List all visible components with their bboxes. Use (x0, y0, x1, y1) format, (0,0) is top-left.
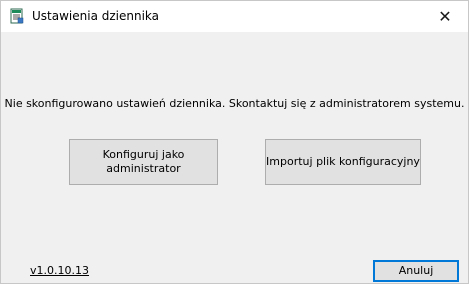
close-button[interactable]: ✕ (422, 1, 468, 32)
journal-settings-icon (9, 8, 25, 24)
configure-as-admin-button[interactable]: Konfiguruj jako administrator (69, 139, 218, 185)
import-config-file-button[interactable]: Importuj plik konfiguracyjny (265, 139, 421, 185)
not-configured-message: Nie skonfigurowano ustawień dziennika. S… (4, 97, 465, 110)
cancel-button[interactable]: Anuluj (373, 260, 459, 282)
version-link[interactable]: v1.0.10.13 (30, 264, 89, 277)
close-icon: ✕ (438, 7, 452, 26)
settings-dialog: Ustawienia dziennika ✕ Nie skonfigurowan… (0, 0, 469, 284)
title-bar[interactable]: Ustawienia dziennika ✕ (1, 1, 468, 32)
window-title: Ustawienia dziennika (32, 9, 160, 23)
